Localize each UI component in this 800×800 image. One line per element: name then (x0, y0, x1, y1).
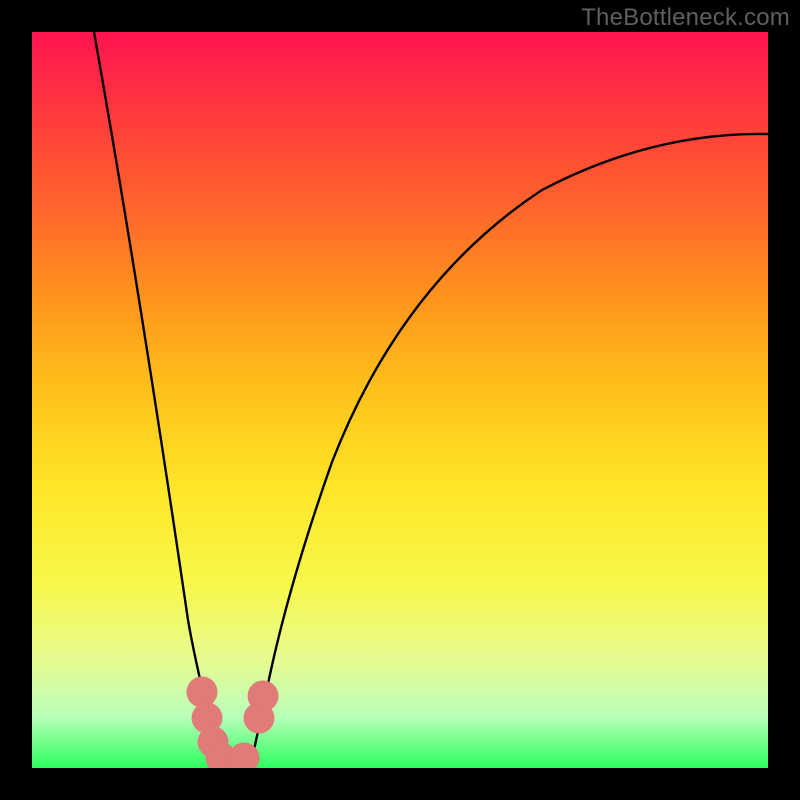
plot-area (32, 32, 768, 768)
curve-left (94, 32, 224, 768)
chart-frame: TheBottleneck.com (0, 0, 800, 800)
curve-right (250, 134, 768, 768)
watermark-text: TheBottleneck.com (581, 4, 790, 32)
data-marker (229, 743, 260, 769)
data-marker (248, 681, 279, 712)
curve-layer (32, 32, 768, 768)
